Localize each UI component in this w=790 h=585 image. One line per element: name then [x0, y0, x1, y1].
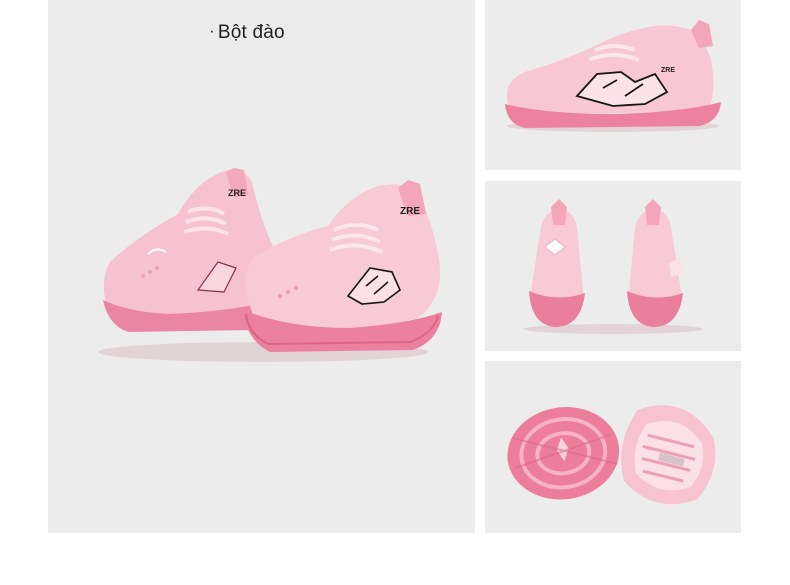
side-view-photo: ZRE [485, 0, 741, 170]
svg-text:ZRE: ZRE [228, 188, 246, 198]
color-caption: · Bột đào [209, 21, 285, 44]
sneaker-heel-photo [523, 199, 703, 334]
sneaker-sole-photo [507, 405, 716, 505]
svg-text:ZRE: ZRE [661, 67, 675, 74]
color-name-label: Bột đào [217, 22, 285, 43]
main-product-photo: ZRE ZRE [48, 0, 475, 533]
sneaker-side-photo: ZRE [505, 20, 721, 132]
front-shoe: ZRE [243, 180, 442, 352]
svg-text:ZRE: ZRE [400, 206, 420, 217]
sneaker-pair-photo: ZRE ZRE [98, 168, 442, 362]
outsole-view-photo [485, 361, 741, 533]
heel-view-photo [485, 181, 741, 351]
caption-bullet: · [209, 21, 215, 40]
